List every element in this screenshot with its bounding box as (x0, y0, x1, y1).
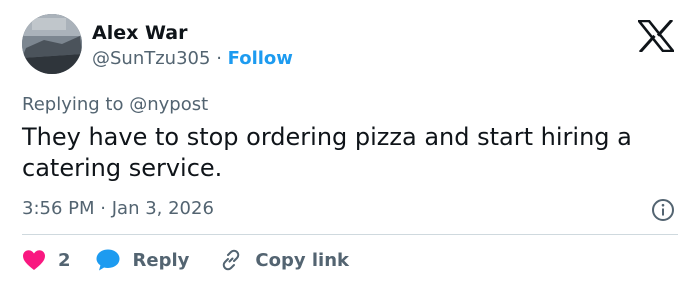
like-count: 2 (58, 249, 71, 271)
reply-context-prefix: Replying to (22, 94, 124, 115)
copy-link-button[interactable]: Copy link (219, 248, 349, 272)
reply-label: Reply (132, 249, 190, 271)
tweet-text: They have to stop ordering pizza and sta… (22, 123, 632, 182)
info-icon[interactable] (651, 198, 675, 222)
reply-button[interactable]: Reply (95, 248, 190, 272)
tweet-time: 3:56 PM (22, 198, 95, 219)
handle-separator: · (216, 48, 222, 69)
author-handle[interactable]: @SunTzu305 (92, 48, 210, 69)
avatar[interactable] (22, 14, 82, 74)
like-button[interactable]: 2 (22, 249, 71, 271)
tweet-date: Jan 3, 2026 (111, 198, 214, 219)
author-name[interactable]: Alex War (92, 22, 187, 44)
divider (22, 234, 678, 235)
reply-context-mention[interactable]: @nypost (129, 94, 208, 115)
speech-bubble-icon (95, 248, 121, 272)
author-handle-line: @SunTzu305 · Follow (92, 48, 293, 69)
link-icon (219, 248, 243, 272)
reply-context: Replying to @nypost (22, 94, 208, 115)
avatar-image (22, 14, 82, 74)
action-bar: 2 Reply Copy link (22, 246, 349, 274)
timestamp-separator: · (100, 198, 106, 219)
follow-button[interactable]: Follow (228, 48, 293, 69)
x-logo-icon[interactable] (636, 18, 676, 54)
heart-icon (22, 249, 46, 271)
tweet-timestamp[interactable]: 3:56 PM · Jan 3, 2026 (22, 198, 214, 219)
copy-link-label: Copy link (255, 249, 349, 271)
